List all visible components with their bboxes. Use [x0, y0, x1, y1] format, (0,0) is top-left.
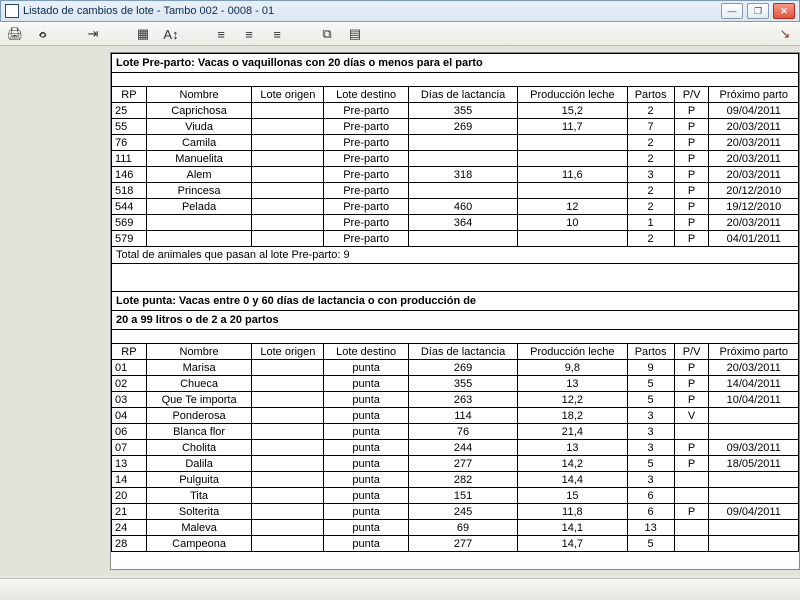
table-row: 76CamilaPre-parto2P20/03/2011 [112, 135, 799, 151]
col-lote-origen: Lote origen [252, 344, 324, 360]
table-row: 07Cholitapunta244133P09/03/2011 [112, 440, 799, 456]
table-row: 25CaprichosaPre-parto35515,22P09/04/2011 [112, 103, 799, 119]
table-row: 518PrincesaPre-parto2P20/12/2010 [112, 183, 799, 199]
col-dias-lactancia: Días de lactancia [408, 87, 517, 103]
table-row: 146AlemPre-parto31811,63P20/03/2011 [112, 167, 799, 183]
toolbar: 🖨 ᨔ ⇥ ▦ A↕ ≡ ≡ ≡ ⧉ ▤ ↘ [0, 22, 800, 46]
col-partos: Partos [627, 87, 674, 103]
app-icon [5, 4, 19, 18]
table-header-row: RPNombreLote origenLote destinoDías de l… [112, 87, 799, 103]
table-row: 579Pre-parto2P04/01/2011 [112, 231, 799, 247]
report-panel: Lote Pre-parto: Vacas o vaquillonas con … [110, 52, 800, 570]
col-lote-destino: Lote destino [324, 87, 408, 103]
col-nombre: Nombre [146, 87, 252, 103]
section-title-line2: 20 a 99 litros o de 2 a 20 partos [112, 311, 799, 330]
col-pv: P/V [674, 344, 709, 360]
copy-icon[interactable]: ⧉ [318, 25, 336, 43]
table-header-row: RPNombreLote origenLote destinoDías de l… [112, 344, 799, 360]
table-row: 55ViudaPre-parto26911,77P20/03/2011 [112, 119, 799, 135]
table-row: 544PeladaPre-parto460122P19/12/2010 [112, 199, 799, 215]
find-icon[interactable]: ᨔ [34, 25, 52, 43]
table-row: 569Pre-parto364101P20/03/2011 [112, 215, 799, 231]
table-row: 13Dalilapunta27714,25P18/05/2011 [112, 456, 799, 472]
print-icon[interactable]: 🖨 [6, 25, 24, 43]
col-proximo-parto: Próximo parto [709, 87, 799, 103]
col-lote-destino: Lote destino [324, 344, 408, 360]
close-button[interactable]: ✕ [773, 3, 795, 19]
section-title: Lote Pre-parto: Vacas o vaquillonas con … [112, 54, 799, 73]
col-produccion-leche: Producción leche [518, 344, 627, 360]
col-proximo-parto: Próximo parto [709, 344, 799, 360]
table-row: 24Malevapunta6914,113 [112, 520, 799, 536]
col-rp: RP [112, 87, 147, 103]
minimize-button[interactable]: — [721, 3, 743, 19]
table-row: 02Chuecapunta355135P14/04/2011 [112, 376, 799, 392]
grid-icon[interactable]: ▦ [134, 25, 152, 43]
section-title: Lote punta: Vacas entre 0 y 60 días de l… [112, 292, 799, 311]
align-left-icon[interactable]: ≡ [212, 25, 230, 43]
sheet-icon[interactable]: ▤ [346, 25, 364, 43]
col-partos: Partos [627, 344, 674, 360]
status-bar [0, 578, 800, 600]
table-row: 21Solteritapunta24511,86P09/04/2011 [112, 504, 799, 520]
col-rp: RP [112, 344, 147, 360]
table-row: 04Ponderosapunta11418,23V [112, 408, 799, 424]
align-center-icon[interactable]: ≡ [240, 25, 258, 43]
sort-icon[interactable]: A↕ [162, 25, 180, 43]
col-dias-lactancia: Días de lactancia [408, 344, 517, 360]
table-row: 14Pulguitapunta28214,43 [112, 472, 799, 488]
table-row: 111ManuelitaPre-parto2P20/03/2011 [112, 151, 799, 167]
window-title: Listado de cambios de lote - Tambo 002 -… [23, 5, 721, 17]
exit-icon[interactable]: ↘ [776, 25, 794, 43]
export-icon[interactable]: ⇥ [84, 25, 102, 43]
col-nombre: Nombre [146, 344, 252, 360]
table-row: 03Que Te importapunta26312,25P10/04/2011 [112, 392, 799, 408]
col-lote-origen: Lote origen [252, 87, 324, 103]
col-pv: P/V [674, 87, 709, 103]
titlebar: Listado de cambios de lote - Tambo 002 -… [0, 0, 800, 22]
client-area: Lote Pre-parto: Vacas o vaquillonas con … [0, 46, 800, 576]
table-row: 06Blanca florpunta7621,43 [112, 424, 799, 440]
table-row: 20Titapunta151156 [112, 488, 799, 504]
table-row: 28Campeonapunta27714,75 [112, 536, 799, 552]
align-right-icon[interactable]: ≡ [268, 25, 286, 43]
maximize-button[interactable]: ❐ [747, 3, 769, 19]
table-row: 01Marisapunta2699,89P20/03/2011 [112, 360, 799, 376]
col-produccion-leche: Producción leche [518, 87, 627, 103]
section-total: Total de animales que pasan al lote Pre-… [112, 247, 799, 264]
